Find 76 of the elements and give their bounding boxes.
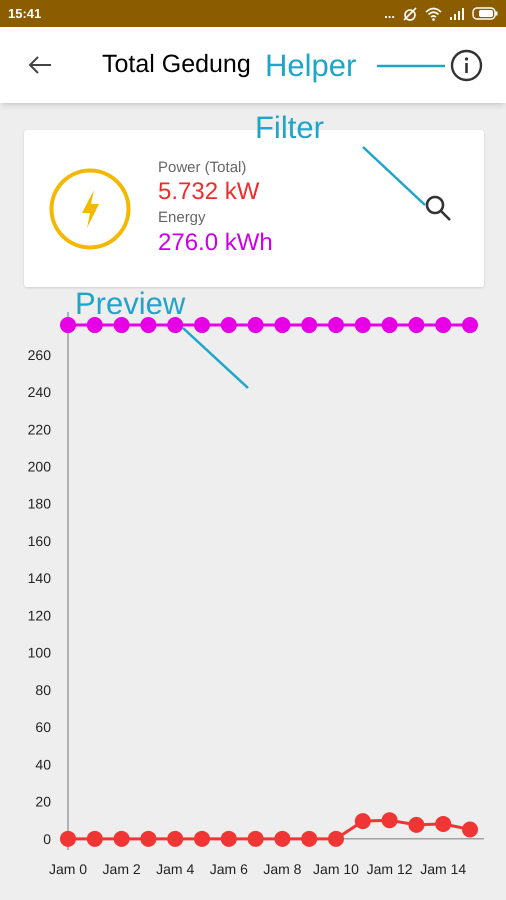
data-point (248, 317, 264, 334)
signal-icon (449, 7, 465, 20)
screen-title: Total Gedung (102, 49, 251, 80)
x-tick-label: Jam 4 (156, 861, 194, 877)
data-point (301, 317, 318, 334)
y-tick-label: 240 (28, 384, 51, 400)
callout-label: Preview (75, 292, 186, 316)
data-point (194, 830, 210, 847)
info-button[interactable] (450, 49, 483, 82)
data-point (194, 317, 210, 334)
wifi-icon (425, 6, 442, 20)
y-tick-label: 20 (35, 794, 51, 810)
status-time: 15:41 (8, 4, 42, 23)
data-point (328, 830, 344, 847)
y-tick-label: 40 (35, 756, 51, 772)
energy-value: 276.0 kWh (158, 228, 273, 258)
data-point (248, 830, 264, 847)
y-tick-label: 160 (28, 532, 51, 549)
data-point (86, 830, 103, 847)
power-value: 5.732 kW (158, 176, 260, 206)
data-point (382, 317, 398, 334)
data-point (86, 317, 103, 334)
data-point (114, 317, 130, 334)
data-point (220, 830, 237, 847)
y-tick-label: 0 (43, 830, 51, 847)
y-tick-label: 180 (28, 496, 51, 512)
data-point (167, 317, 184, 334)
y-tick-label: 60 (35, 719, 51, 736)
data-point (382, 812, 398, 828)
data-point (435, 816, 452, 832)
y-tick-label: 100 (28, 644, 51, 661)
leader-line (182, 327, 249, 389)
lightning-bolt-icon (49, 168, 131, 250)
data-point (60, 317, 76, 334)
y-tick-label: 200 (28, 458, 51, 474)
data-point (274, 830, 290, 847)
x-tick-label: Jam 0 (48, 861, 88, 877)
data-point (60, 830, 76, 847)
data-point (462, 317, 478, 334)
callout-label: Helper (265, 48, 356, 84)
leader-line (377, 64, 445, 68)
x-tick-label: Jam 2 (102, 861, 141, 877)
info-icon (450, 49, 483, 82)
data-point (354, 813, 371, 830)
y-tick-label: 120 (28, 607, 51, 624)
battery-icon (472, 7, 498, 20)
data-point (114, 830, 130, 847)
power-label: Power (Total) (158, 158, 248, 176)
leader-line (362, 146, 426, 206)
data-point (328, 317, 344, 334)
y-tick-label: 140 (28, 570, 51, 586)
more-dots: ... (384, 7, 395, 20)
alarm-off-icon (402, 6, 418, 22)
y-tick-label: 220 (28, 421, 51, 438)
data-point (220, 317, 237, 334)
y-tick-label: 80 (35, 682, 51, 698)
data-point (408, 816, 424, 833)
search-icon (424, 194, 452, 222)
data-point (462, 822, 478, 838)
data-point (167, 830, 184, 847)
x-tick-label: Jam 12 (366, 861, 413, 877)
data-point (274, 317, 290, 334)
data-point (140, 830, 156, 847)
data-point (435, 317, 452, 334)
energy-label: Energy (158, 208, 207, 226)
y-tick-label: 260 (28, 346, 51, 363)
data-point (354, 317, 371, 334)
x-tick-label: Jam 14 (420, 861, 466, 877)
x-tick-label: Jam 6 (210, 861, 248, 877)
callout-label: Filter (255, 110, 324, 146)
data-point (140, 317, 156, 334)
x-tick-label: Jam 10 (313, 861, 359, 877)
data-point (408, 317, 424, 334)
x-tick-label: Jam 8 (263, 861, 302, 877)
data-point (301, 830, 318, 847)
back-arrow-icon (28, 55, 52, 75)
